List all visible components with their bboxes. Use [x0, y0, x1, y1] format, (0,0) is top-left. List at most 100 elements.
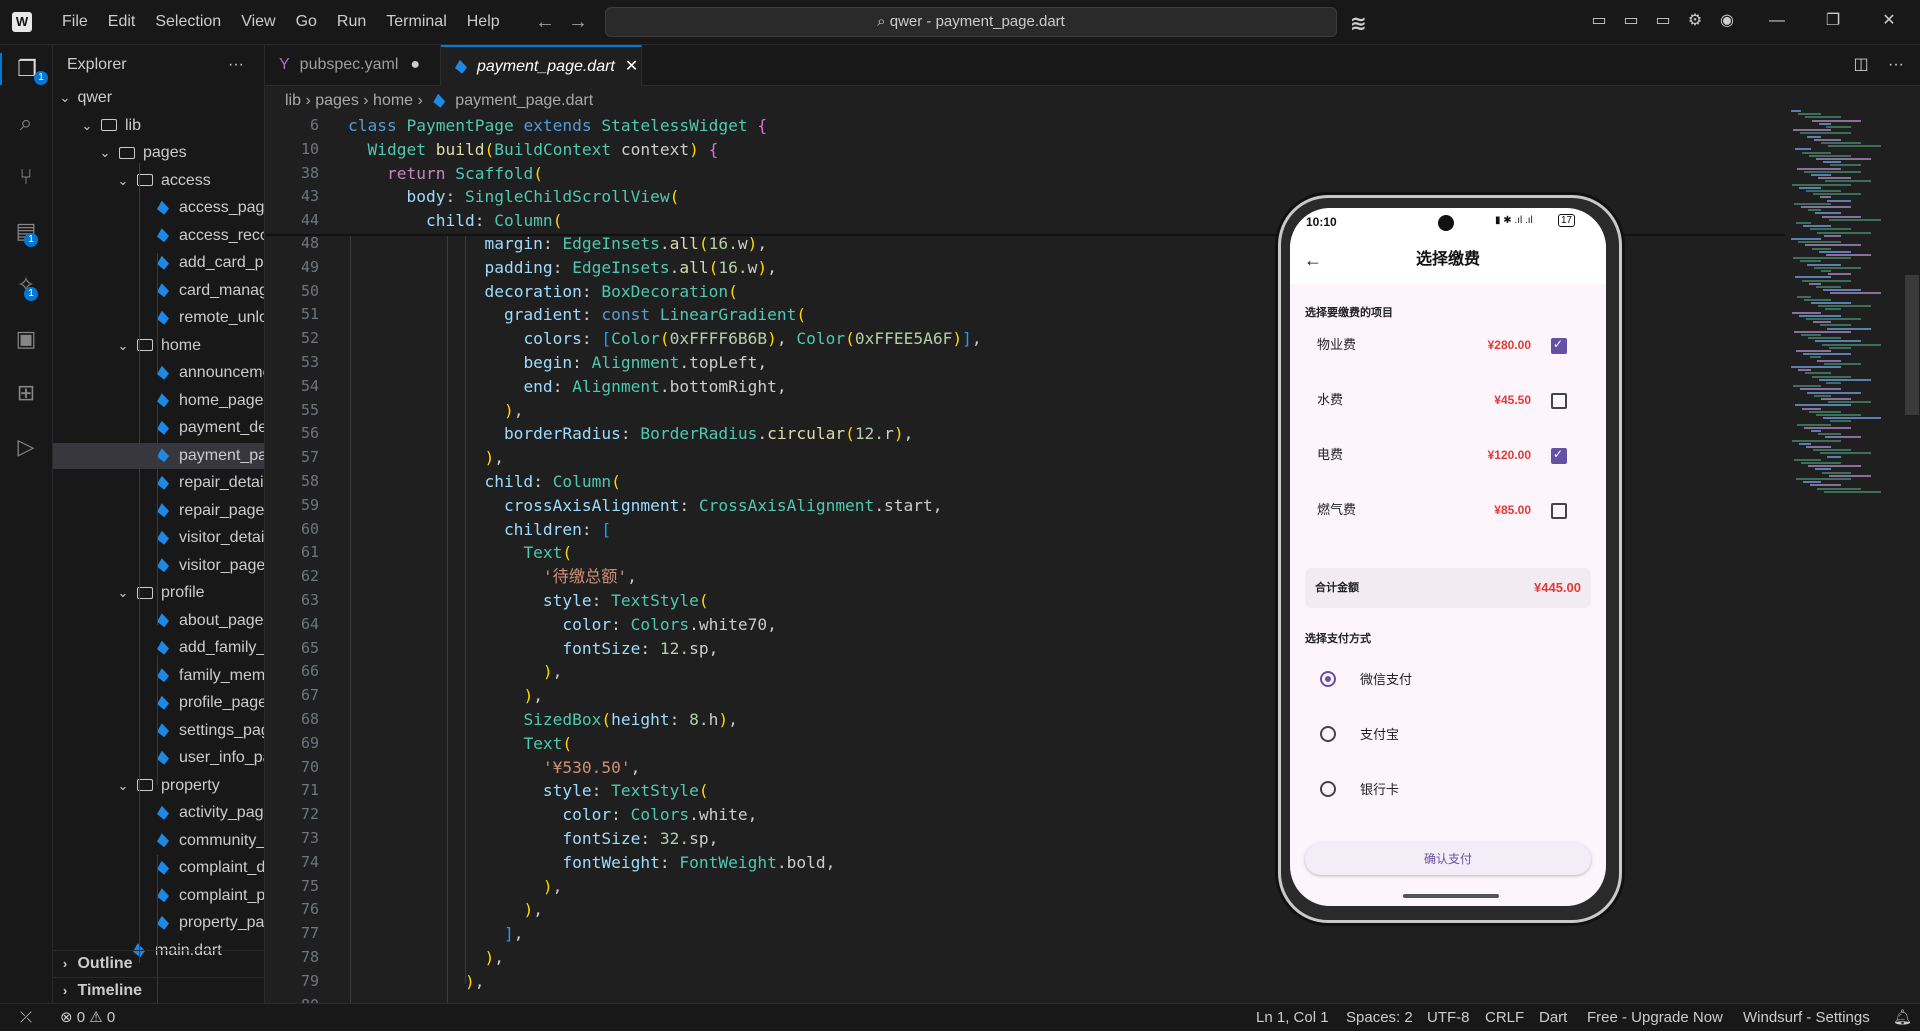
code-line[interactable]: ),	[348, 946, 504, 970]
code-line[interactable]: children: [	[348, 518, 611, 542]
run-debug-icon[interactable]: ▷	[10, 431, 42, 463]
confirm-payment-button[interactable]: 确认支付	[1305, 843, 1591, 875]
home-indicator[interactable]	[1403, 894, 1499, 898]
tree-folder[interactable]: ⌄ lib	[53, 113, 264, 139]
extensions-icon[interactable]: ⊞	[10, 377, 42, 409]
code-line[interactable]: colors: [Color(0xFFFF6B6B), Color(0xFFEE…	[348, 327, 981, 351]
forward-arrow-icon[interactable]: →	[568, 11, 588, 34]
tree-folder[interactable]: ⌄ access	[53, 168, 264, 194]
code-line[interactable]: color: Colors.white70,	[348, 613, 776, 637]
tree-file[interactable]: payment_pag...	[53, 442, 264, 469]
code-line[interactable]: '待缴总额',	[348, 565, 637, 589]
payment-method-label[interactable]: 银行卡	[1360, 779, 1399, 798]
fee-item-checkbox[interactable]	[1551, 337, 1567, 354]
restore-icon[interactable]: ❐	[1822, 10, 1844, 32]
breadcrumb-lib[interactable]: lib	[285, 92, 301, 109]
tree-file[interactable]: card_manage...	[53, 278, 264, 304]
tree-file[interactable]: access_page....	[53, 195, 264, 221]
code-line[interactable]: ),	[348, 446, 504, 470]
tree-folder[interactable]: ⌄ property	[53, 773, 264, 799]
breadcrumb-home[interactable]: home	[373, 92, 413, 109]
tree-file[interactable]: add_family_m...	[53, 635, 264, 661]
tree-file[interactable]: property_pag...	[53, 910, 264, 936]
toggle-primary-sidebar-icon[interactable]: ▭	[1588, 10, 1610, 32]
line-ending[interactable]: CRLF	[1485, 1004, 1524, 1031]
tree-file[interactable]: announceme...	[53, 360, 264, 386]
close-window-icon[interactable]: ✕	[1878, 10, 1900, 32]
notifications-bell-icon[interactable]: 🔔︎	[1893, 1004, 1912, 1031]
menu-terminal[interactable]: Terminal	[376, 13, 456, 31]
code-line[interactable]: style: TextStyle(	[348, 779, 709, 803]
tree-file[interactable]: access_record...	[53, 223, 264, 249]
code-line[interactable]: SizedBox(height: 8.h),	[348, 708, 737, 732]
code-line[interactable]: gradient: const LinearGradient(	[348, 303, 806, 327]
tree-folder[interactable]: ⌄ profile	[53, 580, 264, 606]
menu-help[interactable]: Help	[457, 13, 510, 31]
cursor-position[interactable]: Ln 1, Col 1	[1256, 1004, 1329, 1031]
code-line[interactable]: ),	[348, 898, 543, 922]
tab-payment-page[interactable]: payment_page.dart ✕	[441, 45, 642, 86]
tree-folder[interactable]: ⌄ home	[53, 333, 264, 359]
breadcrumb-file[interactable]: payment_page.dart	[455, 92, 593, 109]
fee-item-row[interactable]: 燃气费 ¥85.00	[1305, 488, 1591, 532]
account-icon[interactable]: ◉	[1716, 10, 1738, 32]
settings-gear-icon[interactable]: ⚙	[1684, 10, 1706, 32]
minimap[interactable]	[1785, 110, 1905, 510]
tab-pubspec[interactable]: Ypubspec.yaml ●	[265, 45, 441, 85]
tree-file[interactable]: user_info_pag...	[53, 745, 264, 771]
tree-file[interactable]: visitor_page.d...	[53, 553, 264, 579]
code-line[interactable]: child: Column(	[348, 470, 620, 494]
tree-file[interactable]: complaint_de...	[53, 855, 264, 881]
encoding[interactable]: UTF-8	[1427, 1004, 1470, 1031]
indentation[interactable]: Spaces: 2	[1346, 1004, 1413, 1031]
code-line[interactable]: fontSize: 12.sp,	[348, 637, 718, 661]
fee-item-checkbox[interactable]	[1551, 503, 1567, 519]
code-line[interactable]: ),	[348, 399, 524, 423]
tree-file[interactable]: visitor_detail_...	[53, 525, 264, 551]
code-line[interactable]: '¥530.50',	[348, 756, 640, 780]
tree-file[interactable]: activity_page....	[53, 800, 264, 826]
code-line[interactable]: style: TextStyle(	[348, 589, 709, 613]
code-line[interactable]: Widget build(BuildContext context) {	[348, 138, 719, 162]
payment-radio-alipay[interactable]	[1320, 726, 1336, 742]
code-line[interactable]: crossAxisAlignment: CrossAxisAlignment.s…	[348, 494, 943, 518]
menu-selection[interactable]: Selection	[145, 13, 231, 31]
tree-file[interactable]: remote_unloc...	[53, 305, 264, 331]
tree-file[interactable]: community_i...	[53, 828, 264, 854]
tree-file[interactable]: about_page.d...	[53, 608, 264, 634]
code-line[interactable]: decoration: BoxDecoration(	[348, 280, 737, 304]
command-center-search[interactable]: ⌕ qwer - payment_page.dart	[605, 7, 1337, 37]
remote-indicator-icon[interactable]: ⤫	[20, 1004, 32, 1031]
code-line[interactable]: ),	[348, 684, 543, 708]
code-line[interactable]: return Scaffold(	[348, 162, 543, 186]
back-arrow-icon[interactable]: ←	[535, 11, 555, 34]
code-line[interactable]: ),	[348, 970, 485, 994]
remote-explorer-icon[interactable]: ▣	[10, 323, 42, 355]
code-line[interactable]: body: SingleChildScrollView(	[348, 185, 679, 209]
ai-sparkle-icon[interactable]: ✧ 1	[10, 269, 42, 301]
minimize-icon[interactable]: —	[1766, 10, 1788, 32]
tree-file[interactable]: profile_page....	[53, 690, 264, 716]
menu-edit[interactable]: Edit	[98, 13, 146, 31]
code-line[interactable]: fontWeight: FontWeight.bold,	[348, 851, 835, 875]
close-tab-icon[interactable]: ✕	[625, 58, 638, 75]
toggle-panel-icon[interactable]: ▭	[1620, 10, 1642, 32]
language-mode[interactable]: Dart	[1539, 1004, 1567, 1031]
search-view-icon[interactable]: ⌕	[10, 107, 42, 139]
windsurf-settings[interactable]: Windsurf - Settings	[1743, 1004, 1870, 1031]
fee-item-checkbox[interactable]	[1551, 447, 1567, 464]
split-editor-icon[interactable]: ◫	[1850, 54, 1872, 76]
menu-run[interactable]: Run	[327, 13, 376, 31]
payment-method-label[interactable]: 支付宝	[1360, 724, 1399, 743]
code-line[interactable]: end: Alignment.bottomRight,	[348, 375, 786, 399]
source-control-icon[interactable]: ⑂	[10, 161, 42, 193]
fee-item-row[interactable]: 电费 ¥120.00	[1305, 433, 1591, 477]
tree-file[interactable]: family_memb...	[53, 663, 264, 689]
payment-method-label[interactable]: 微信支付	[1360, 669, 1412, 688]
tree-file[interactable]: settings_page...	[53, 718, 264, 744]
outline-section[interactable]: › Outline	[53, 950, 264, 977]
explorer-icon[interactable]: ❐ 1	[0, 53, 52, 85]
windsurf-wave-icon[interactable]: ≋	[1350, 11, 1367, 36]
code-line[interactable]: Text(	[348, 732, 572, 756]
tree-file[interactable]: home_page.d...	[53, 388, 264, 414]
